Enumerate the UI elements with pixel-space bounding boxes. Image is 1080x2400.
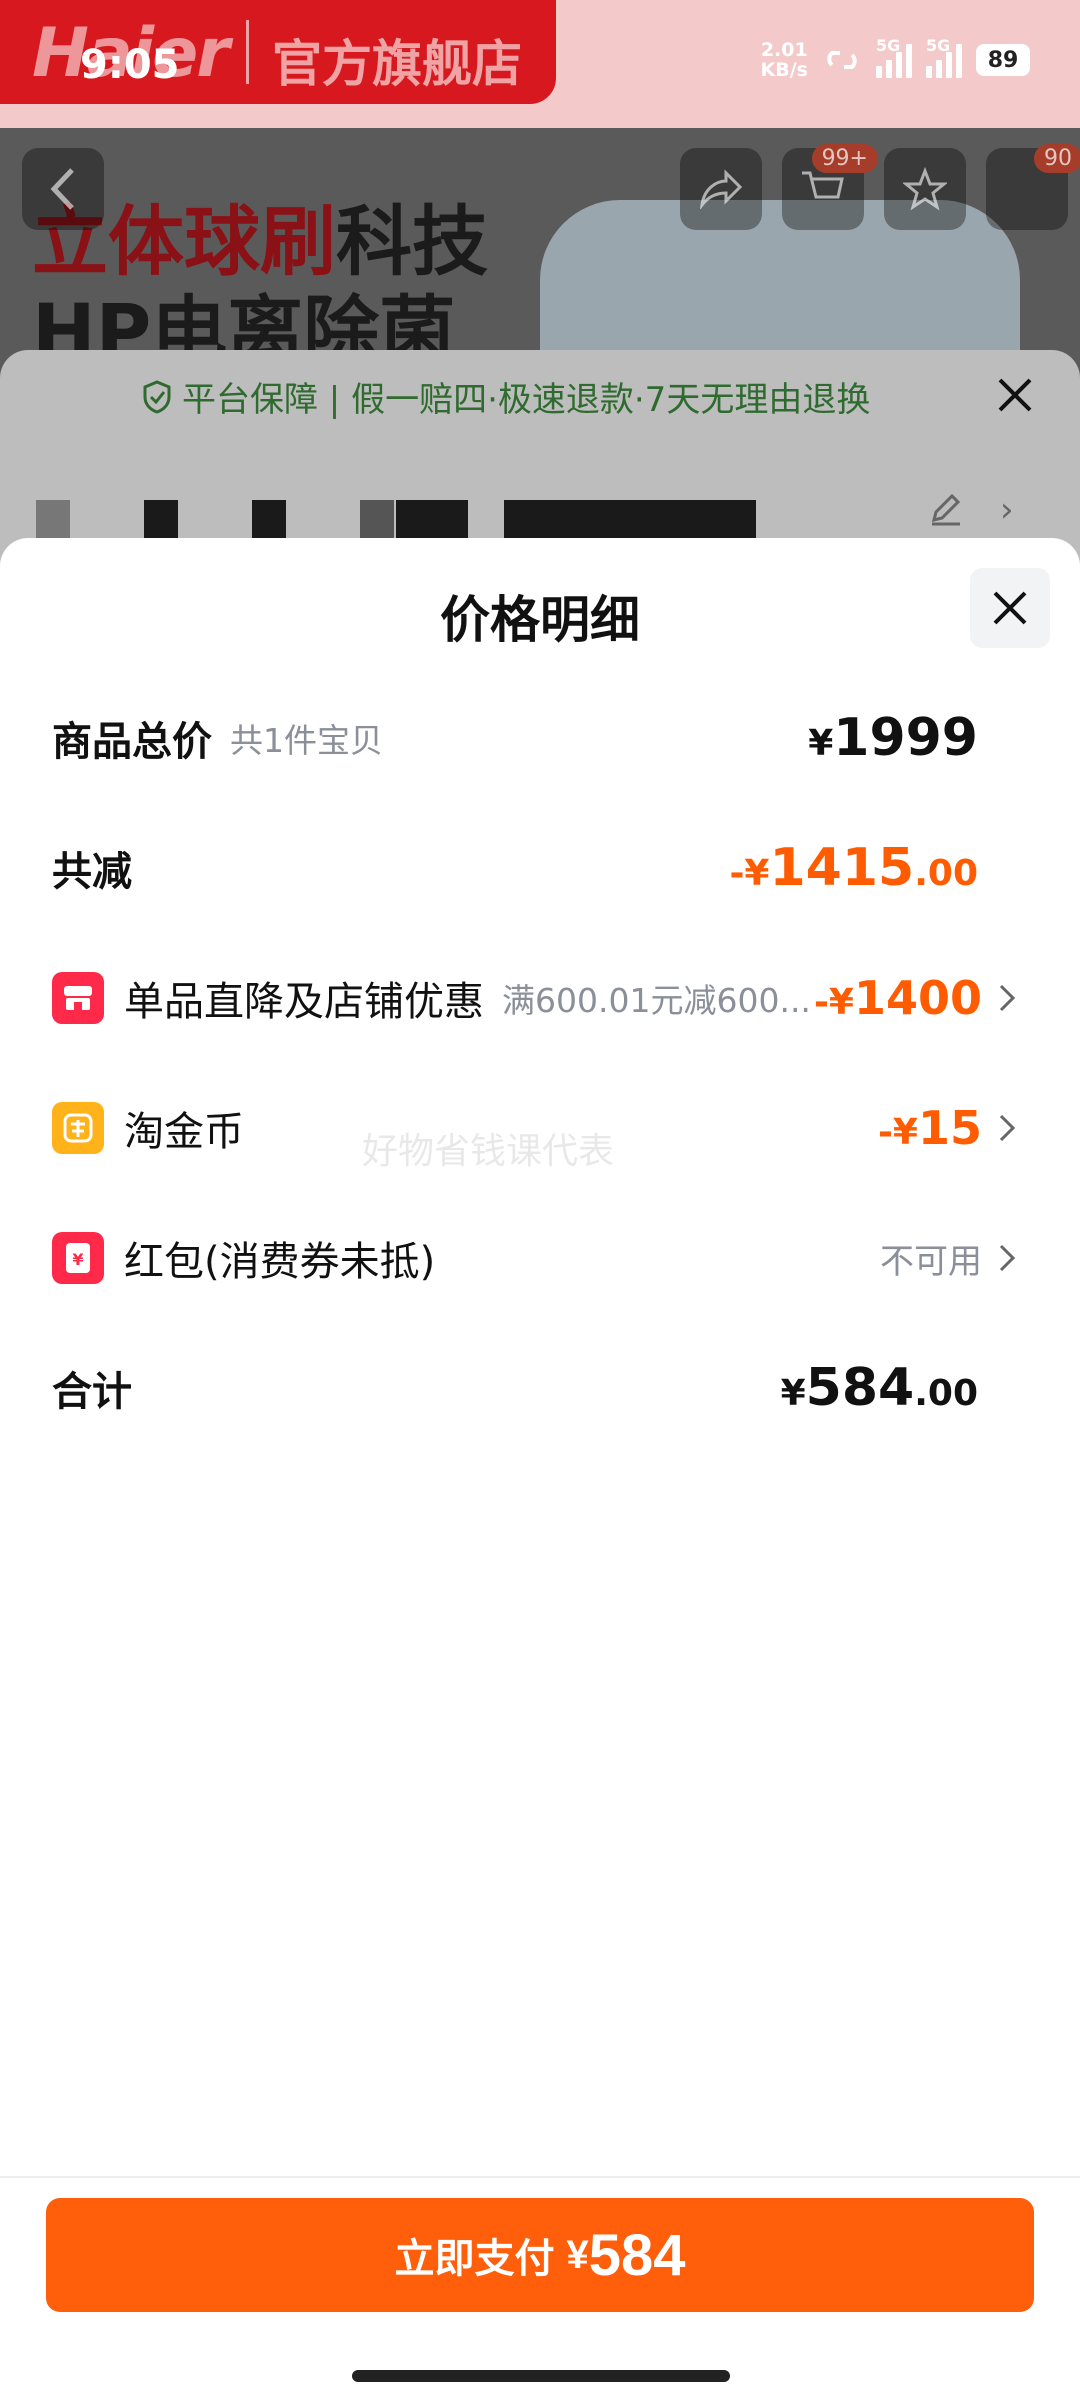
store-discount-label: 单品直降及店铺优惠 [124,979,484,1025]
close-icon [993,591,1027,625]
item-total-amount: ¥1999 [808,708,978,768]
more-badge: 90 [1034,144,1080,173]
coins-amount: -¥15 [877,1101,982,1155]
svg-text:¥: ¥ [72,1250,83,1269]
coin-icon [52,1102,104,1154]
guarantee-close-icon[interactable] [990,370,1040,420]
red-packet-label: 红包(消费券未抵) [124,1239,436,1285]
sheet-title: 价格明细 [440,591,640,649]
price-detail-sheet: 价格明细 商品总价 共1件宝贝 ¥1999 共减 -¥1415.00 单品直降及… [0,538,1080,2400]
network-speed: 2.01 KB/s [760,39,808,81]
banner-divider [246,20,249,84]
chevron-right-icon: › [1000,490,1014,530]
store-discount-rule: 满600.01元减600... [502,981,811,1020]
pay-now-button[interactable]: 立即支付 ¥ 584 [46,2198,1034,2312]
shop-discount-icon [52,972,104,1024]
favorite-button[interactable] [884,148,966,230]
store-name: 官方旗舰店 [272,35,522,93]
signal-sim2-icon: 5G [926,36,962,78]
red-packet-status: 不可用 [880,1241,982,1282]
row-store-discount[interactable]: 单品直降及店铺优惠 满600.01元减600... -¥1400 [52,958,1018,1038]
status-icons: 2.01 KB/s 5G 5G 89 [760,36,1030,81]
row-sum: 合计 ¥584.00 [52,1348,1018,1428]
platform-guarantee: 平台保障 | 假一赔四·极速退款·7天无理由退换 [142,372,870,421]
edit-icon[interactable] [928,490,964,526]
cart-badge: 99+ [811,144,878,173]
redacted-address [36,500,756,540]
home-indicator[interactable] [352,2370,730,2382]
link-icon [827,51,857,69]
sum-amount: ¥584.00 [780,1358,978,1418]
chevron-right-icon [999,984,1016,1012]
reduction-label: 共减 [52,849,132,895]
row-item-total: 商品总价 共1件宝贝 ¥1999 [52,698,1018,778]
watermark: 好物省钱课代表 [362,1131,615,1172]
shield-icon [143,379,171,414]
item-count: 共1件宝贝 [230,721,383,760]
star-icon [903,167,947,211]
signal-sim1-icon: 5G [876,36,912,78]
coins-label: 淘金币 [124,1109,244,1155]
sum-label: 合计 [52,1369,132,1415]
chevron-right-icon [999,1114,1016,1142]
more-button[interactable]: 90 [986,144,1080,230]
red-packet-icon: ¥ [52,1232,104,1284]
battery-icon: 89 [976,44,1030,76]
share-button[interactable] [680,148,762,230]
back-button[interactable] [22,148,104,230]
cart-icon [802,171,844,199]
reduction-amount: -¥1415.00 [729,838,978,898]
back-arrow-icon [50,168,74,210]
status-time: 9:05 [80,42,180,88]
store-discount-amount: -¥1400 [813,971,982,1025]
share-icon [699,169,743,209]
chevron-right-icon [999,1244,1016,1272]
footer-divider [0,2176,1080,2178]
row-total-reduction: 共减 -¥1415.00 [52,828,1018,908]
cart-button[interactable]: 99+ [782,144,878,230]
item-total-label: 商品总价 [52,719,212,765]
row-red-packet[interactable]: ¥ 红包(消费券未抵) 不可用 [52,1218,1018,1298]
sheet-close-button[interactable] [970,568,1050,648]
